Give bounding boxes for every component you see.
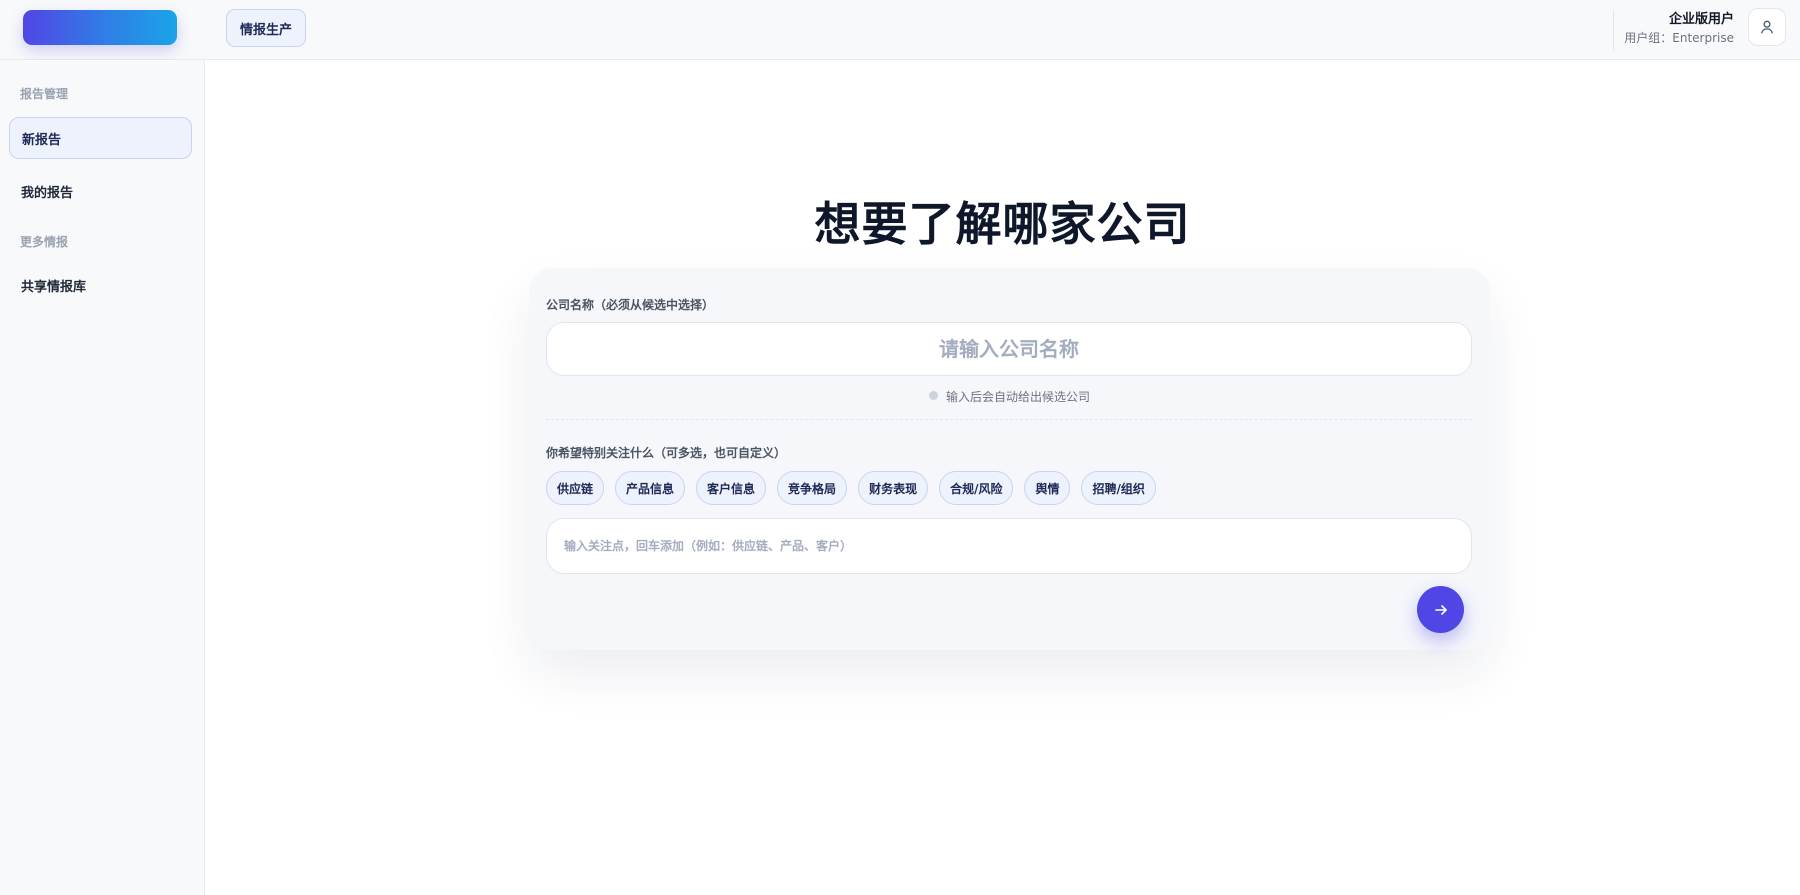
- focus-tag-financials[interactable]: 财务表现: [858, 471, 929, 505]
- user-icon: [1760, 20, 1774, 34]
- sidebar-section-more: 更多情报: [20, 235, 69, 249]
- focus-tag-public-opinion[interactable]: 舆情: [1024, 471, 1071, 505]
- sidebar-item-my-reports[interactable]: 我的报告: [9, 170, 192, 212]
- focus-custom-input[interactable]: [546, 518, 1472, 574]
- arrow-right-icon: [1434, 604, 1447, 615]
- focus-tag-compliance-risk[interactable]: 合规/风险: [939, 471, 1014, 505]
- focus-tag-supply-chain[interactable]: 供应链: [546, 471, 605, 505]
- user-name: 企业版用户: [1668, 12, 1734, 27]
- user-group: 用户组：Enterprise: [1624, 31, 1734, 45]
- avatar-button[interactable]: [1748, 8, 1786, 46]
- company-hint-text: 输入后会自动给出候选公司: [945, 390, 1090, 404]
- company-name-label: 公司名称（必须从候选中选择）: [546, 298, 715, 312]
- header-divider: [1613, 10, 1614, 50]
- sidebar: 报告管理 新报告 我的报告 更多情报 共享情报库: [0, 60, 205, 895]
- focus-tag-customer-info[interactable]: 客户信息: [696, 471, 767, 505]
- hint-dot-icon: [928, 391, 938, 400]
- brand-logo[interactable]: [23, 10, 177, 45]
- sidebar-item-shared-library[interactable]: 共享情报库: [9, 264, 192, 306]
- submit-button[interactable]: [1417, 586, 1464, 633]
- top-bar: 情报生产 企业版用户 用户组：Enterprise: [0, 0, 1800, 60]
- query-card: 公司名称（必须从候选中选择） 输入后会自动给出候选公司 你希望特别关注什么（可多…: [529, 268, 1490, 650]
- focus-tag-list: 供应链 产品信息 客户信息 竞争格局 财务表现 合规/风险 舆情 招聘/组织: [546, 471, 1156, 505]
- company-hint: 输入后会自动给出候选公司: [529, 388, 1490, 405]
- sidebar-item-new-report[interactable]: 新报告: [9, 117, 192, 159]
- sidebar-section-reports: 报告管理: [20, 87, 69, 101]
- focus-tag-competition[interactable]: 竞争格局: [777, 471, 848, 505]
- focus-label: 你希望特别关注什么（可多选，也可自定义）: [546, 446, 787, 460]
- nav-tab-intelligence-production[interactable]: 情报生产: [226, 9, 307, 47]
- company-name-input[interactable]: [546, 322, 1472, 376]
- focus-tag-hiring-org[interactable]: 招聘/组织: [1081, 471, 1156, 505]
- focus-tag-product-info[interactable]: 产品信息: [615, 471, 686, 505]
- page-title: 想要了解哪家公司: [814, 197, 1191, 251]
- section-divider: [546, 419, 1472, 420]
